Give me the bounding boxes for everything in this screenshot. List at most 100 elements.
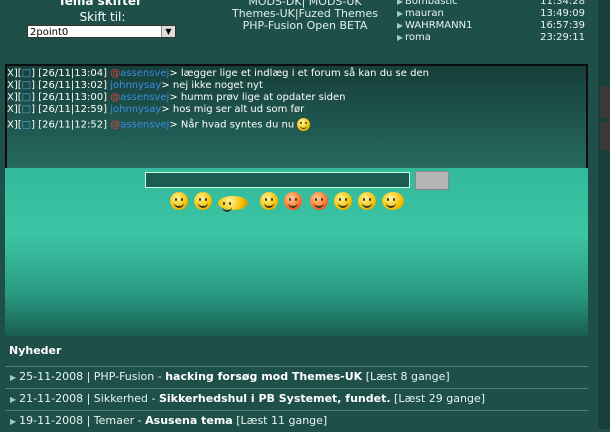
chevron-down-icon[interactable]: ▼ bbox=[161, 26, 175, 37]
news-title[interactable]: Sikkerhedshul i PB Systemet, fundet. bbox=[159, 392, 391, 405]
shout-author[interactable]: johnnysay bbox=[110, 80, 161, 91]
shout-message-input[interactable] bbox=[145, 172, 410, 188]
online-user-row: ▶ mauran 13:49:09 bbox=[397, 8, 597, 20]
online-user-name[interactable]: mauran bbox=[405, 8, 444, 20]
shout-delete-link[interactable]: X][ bbox=[7, 80, 22, 91]
shout-row: X][□] [26/11|12:52] @assensvej> Når hvad… bbox=[7, 118, 311, 131]
shoutbox-form bbox=[5, 168, 588, 336]
smiley-cool-icon[interactable] bbox=[334, 192, 352, 210]
news-category[interactable]: PHP-Fusion bbox=[94, 370, 154, 383]
smiley-shock-icon[interactable] bbox=[260, 192, 278, 210]
shout-author[interactable]: assensvej bbox=[120, 68, 169, 79]
shout-author[interactable]: assensvej bbox=[120, 120, 169, 131]
shout-row: X][□] [26/11|13:04] @assensvej> lægger l… bbox=[7, 68, 429, 80]
online-user-row: ▶ WAHRMANN1 16:57:39 bbox=[397, 20, 597, 32]
news-item: ▶ 25-11-2008 | PHP-Fusion - hacking forsø… bbox=[10, 370, 450, 383]
shout-date: [26/11|13:02] bbox=[38, 80, 108, 91]
shout-message: lægger lige et indlæg i et forum så kan … bbox=[180, 68, 429, 79]
arrow-right-icon: ▶ bbox=[10, 373, 17, 382]
shout-edit-icon[interactable]: □ bbox=[22, 68, 31, 79]
shout-bracket: ] bbox=[31, 92, 36, 103]
shout-date: [26/11|12:52] bbox=[38, 119, 108, 131]
online-users-list: ▶ Bombastic 11:34:28 ▶ mauran 13:49:09 ▶… bbox=[397, 0, 597, 44]
shout-separator: > bbox=[161, 104, 170, 115]
shout-edit-icon[interactable]: □ bbox=[22, 80, 31, 91]
shout-date: [26/11|12:59] bbox=[38, 104, 108, 115]
smiley-grin-icon[interactable] bbox=[194, 192, 212, 210]
arrow-right-icon: ▶ bbox=[10, 395, 17, 404]
online-user-time: 13:49:09 bbox=[540, 8, 585, 19]
shout-separator: > bbox=[169, 92, 178, 103]
news-title[interactable]: hacking forsøg mod Themes-UK bbox=[165, 370, 362, 383]
shout-author[interactable]: assensvej bbox=[120, 92, 169, 103]
shout-delete-link[interactable]: X][ bbox=[7, 120, 22, 131]
smiley-laugh-icon[interactable] bbox=[358, 192, 376, 210]
shout-edit-icon[interactable]: □ bbox=[22, 92, 31, 103]
news-date: 21-11-2008 bbox=[19, 392, 84, 405]
news-category[interactable]: Sikkerhed bbox=[94, 392, 148, 405]
news-reads: [Læst 11 gange] bbox=[236, 414, 328, 427]
online-user-time: 16:57:39 bbox=[540, 20, 585, 31]
theme-select[interactable]: 2point0 ▼ bbox=[27, 25, 176, 38]
shout-bracket: ] bbox=[31, 68, 36, 79]
smiley-icon bbox=[297, 118, 311, 131]
smiley-smile-icon[interactable] bbox=[170, 192, 188, 210]
arrow-right-icon: ▶ bbox=[10, 417, 17, 426]
theme-switcher: Tema skifter Skift til: 2point0 ▼ bbox=[0, 0, 210, 44]
shout-message: humm prøv lige at opdater siden bbox=[180, 92, 346, 103]
shout-edit-icon[interactable]: □ bbox=[22, 120, 31, 131]
smiley-angry-icon[interactable] bbox=[284, 192, 302, 210]
news-reads: [Læst 29 gange] bbox=[394, 392, 486, 405]
right-edge-strip bbox=[598, 0, 610, 429]
theme-select-value: 2point0 bbox=[30, 27, 69, 38]
news-item: ▶ 21-11-2008 | Sikkerhed - Sikkerhedshul … bbox=[10, 392, 486, 405]
arrow-right-icon: ▶ bbox=[397, 33, 404, 42]
thumbnail-image bbox=[600, 86, 610, 118]
shout-date: [26/11|13:00] bbox=[38, 92, 108, 103]
shout-row: X][□] [26/11|13:02] johnnysay> nej ikke … bbox=[7, 80, 263, 92]
arrow-right-icon: ▶ bbox=[397, 0, 404, 6]
partner-links: MODS-DK| MODS-UK Themes-UK|Fuzed Themes … bbox=[210, 0, 400, 32]
online-user-row: ▶ Bombastic 11:34:28 bbox=[397, 0, 597, 8]
online-user-name[interactable]: roma bbox=[405, 32, 431, 44]
online-user-name[interactable]: WAHRMANN1 bbox=[405, 20, 472, 32]
online-user-time: 23:29:11 bbox=[540, 32, 585, 43]
shoutbox-messages: X][□] [26/11|13:04] @assensvej> lægger l… bbox=[5, 64, 588, 168]
shout-delete-link[interactable]: X][ bbox=[7, 68, 22, 79]
smiley-tongue-icon[interactable] bbox=[310, 192, 328, 210]
shout-separator: > bbox=[161, 80, 170, 91]
shout-delete-link[interactable]: X][ bbox=[7, 104, 22, 115]
shout-date: [26/11|13:04] bbox=[38, 68, 108, 79]
news-item: ▶ 19-11-2008 | Temaer - Asusena tema [Læs… bbox=[10, 414, 328, 427]
news-reads: [Læst 8 gange] bbox=[365, 370, 450, 383]
shout-at-sign: @ bbox=[110, 92, 121, 103]
shout-edit-icon[interactable]: □ bbox=[22, 104, 31, 115]
shout-row: X][□] [26/11|12:59] johnnysay> hos mig s… bbox=[7, 104, 304, 116]
shout-bracket: ] bbox=[31, 104, 36, 115]
smiley-lol-icon[interactable] bbox=[218, 196, 248, 212]
news-category[interactable]: Temaer bbox=[94, 414, 134, 427]
online-user-name[interactable]: Bombastic bbox=[405, 0, 458, 8]
shout-row: X][□] [26/11|13:00] @assensvej> humm prø… bbox=[7, 92, 346, 104]
theme-switcher-title: Tema skifter bbox=[58, 0, 142, 8]
shout-at-sign: @ bbox=[110, 119, 121, 131]
online-user-row: ▶ roma 23:29:11 bbox=[397, 32, 597, 44]
news-title[interactable]: Asusena tema bbox=[145, 414, 233, 427]
news-date: 25-11-2008 bbox=[19, 370, 84, 383]
shout-message: nej ikke noget nyt bbox=[172, 80, 263, 91]
news-header: Nyheder bbox=[9, 344, 62, 357]
shout-message: Når hvad syntes du nu bbox=[180, 119, 295, 131]
arrow-right-icon: ▶ bbox=[397, 21, 404, 30]
link-php-fusion[interactable]: PHP-Fusion Open BETA bbox=[210, 20, 400, 32]
arrow-right-icon: ▶ bbox=[397, 9, 404, 18]
smiley-thumbs-icon[interactable] bbox=[382, 192, 404, 210]
online-user-time: 11:34:28 bbox=[540, 0, 585, 7]
shout-message: hos mig ser alt ud som før bbox=[172, 104, 305, 115]
news-date: 19-11-2008 bbox=[19, 414, 84, 427]
shout-submit-button[interactable] bbox=[415, 171, 449, 190]
shout-delete-link[interactable]: X][ bbox=[7, 92, 22, 103]
shout-separator: > bbox=[169, 119, 178, 131]
shout-at-sign: @ bbox=[110, 68, 121, 79]
theme-switcher-label: Skift til: bbox=[79, 10, 126, 24]
shout-author[interactable]: johnnysay bbox=[110, 104, 161, 115]
